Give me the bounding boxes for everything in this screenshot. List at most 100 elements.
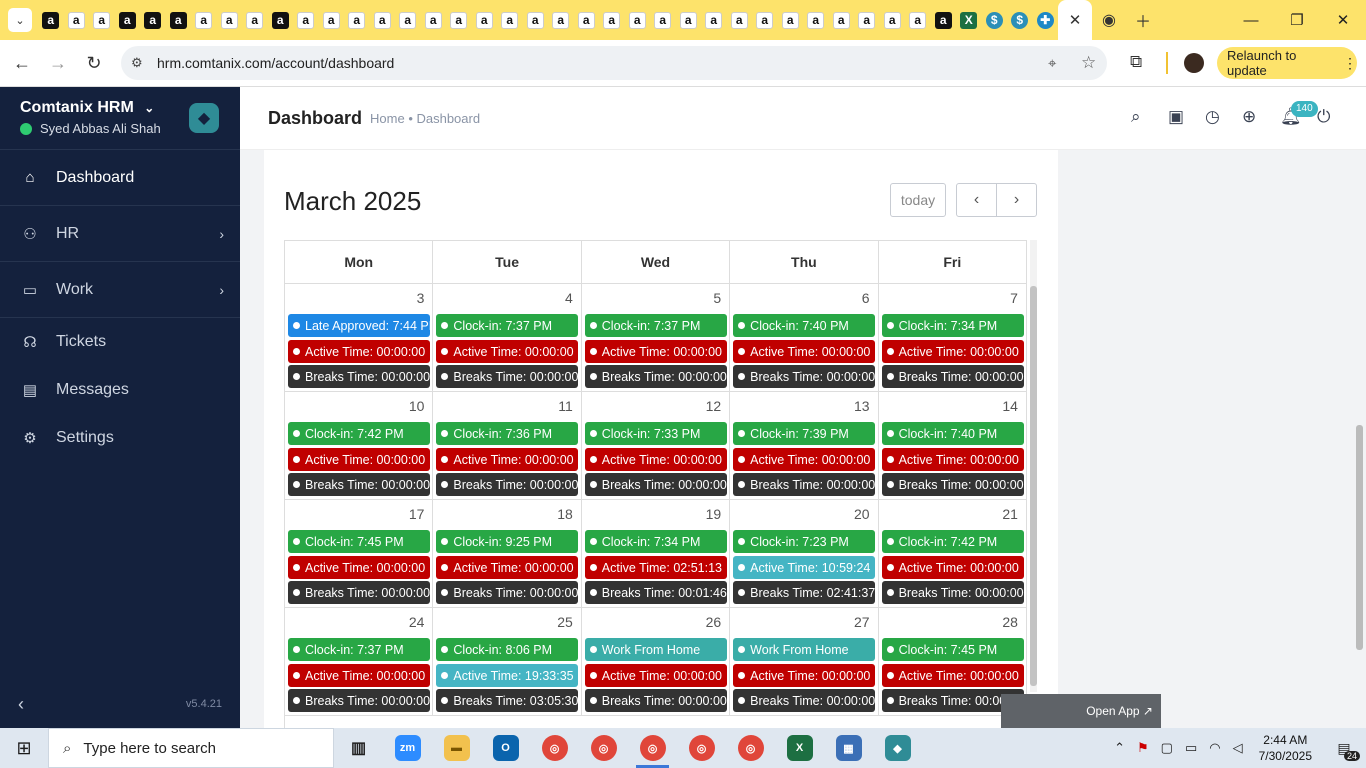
calendar-event[interactable]: Active Time: 00:00:00 [436, 448, 579, 471]
battery-icon[interactable]: ▭ [1185, 740, 1197, 756]
calendar-event[interactable]: Breaks Time: 00:00:00 [436, 581, 579, 604]
calendar-event[interactable]: Breaks Time: 00:00:00 [584, 689, 727, 712]
extensions-icon[interactable]: ⧉ [1130, 52, 1142, 72]
clock-icon[interactable]: ◷ [1205, 107, 1220, 127]
calendar-day-cell[interactable]: 20 Clock-in: 7:23 PM Active Time: 10:59:24… [730, 500, 879, 607]
zoom-app-icon[interactable]: zm [383, 728, 432, 768]
calendar-event[interactable]: Breaks Time: 00:00:00 [584, 473, 727, 496]
sidebar-item-messages[interactable]: ▤ Messages [0, 366, 240, 414]
day-number[interactable]: 19 [706, 506, 722, 522]
browser-tab[interactable]: a [701, 0, 727, 40]
excel-icon[interactable]: X [775, 728, 824, 768]
calendar-event[interactable]: Active Time: 00:00:00 [584, 448, 727, 471]
day-number[interactable]: 3 [417, 290, 425, 306]
calendar-day-cell[interactable]: 5 Clock-in: 7:37 PM Active Time: 00:00:00 B… [582, 284, 731, 391]
search-icon[interactable]: ⌕ [1131, 107, 1141, 127]
kebab-menu-icon[interactable]: ⋮ [1343, 55, 1357, 72]
browser-tab[interactable]: a [803, 0, 829, 40]
volume-mute-icon[interactable]: ◁ [1233, 740, 1243, 756]
close-window-button[interactable]: ✕ [1320, 0, 1366, 40]
url-text[interactable]: hrm.comtanix.com/account/dashboard [157, 55, 394, 71]
day-number[interactable]: 28 [1002, 614, 1018, 630]
calendar-event[interactable]: Breaks Time: 00:00:00 [881, 581, 1024, 604]
browser-tab[interactable]: a [64, 0, 90, 40]
calendar-event[interactable]: Active Time: 00:00:00 [881, 340, 1024, 363]
page-scrollbar-thumb[interactable] [1356, 425, 1363, 650]
day-number[interactable]: 17 [409, 506, 425, 522]
calendar-event[interactable]: Clock-in: 7:23 PM [733, 530, 876, 553]
wifi-icon[interactable]: ◠ [1209, 740, 1220, 756]
calendar-event[interactable]: Breaks Time: 03:05:30 [436, 689, 579, 712]
breadcrumb[interactable]: Home • Dashboard [370, 111, 480, 126]
browser-tab[interactable]: $ [1007, 0, 1033, 40]
calendar-event[interactable]: Breaks Time: 00:00:00 [733, 365, 876, 388]
browser-tab[interactable]: a [191, 0, 217, 40]
browser-tab[interactable]: a [905, 0, 931, 40]
calendar-event[interactable]: Breaks Time: 00:00:00 [733, 473, 876, 496]
day-number[interactable]: 14 [1002, 398, 1018, 414]
calendar-day-cell[interactable]: 14 Clock-in: 7:40 PM Active Time: 00:00:00… [879, 392, 1027, 499]
calendar-day-cell[interactable]: 13 Clock-in: 7:39 PM Active Time: 00:00:00… [730, 392, 879, 499]
outlook-icon[interactable]: O [481, 728, 530, 768]
calendar-day-cell[interactable]: 10 Clock-in: 7:42 PM Active Time: 00:00:00… [285, 392, 434, 499]
browser-tab[interactable]: a [625, 0, 651, 40]
chrome-app-icon[interactable]: ◎ [677, 728, 726, 768]
browser-tab[interactable]: a [421, 0, 447, 40]
browser-tab[interactable]: a [319, 0, 345, 40]
calendar-event[interactable]: Breaks Time: 00:01:46 [584, 581, 727, 604]
browser-tab[interactable]: a [778, 0, 804, 40]
notification-center-icon[interactable]: ▤ 24 [1322, 728, 1366, 768]
calendar-event[interactable]: Clock-in: 7:37 PM [288, 638, 430, 661]
active-tab-close-button[interactable]: ✕ [1058, 0, 1092, 40]
calendar-day-cell[interactable]: 11 Clock-in: 7:36 PM Active Time: 00:00:00… [433, 392, 582, 499]
calendar-event[interactable]: Clock-in: 7:42 PM [288, 422, 430, 445]
calendar-event[interactable]: Active Time: 00:00:00 [584, 340, 727, 363]
browser-tab[interactable]: a [446, 0, 472, 40]
sidebar-item-hr[interactable]: ⚇ HR › [0, 206, 240, 262]
sidebar-item-settings[interactable]: ⚙ Settings [0, 414, 240, 462]
calendar-event[interactable]: Breaks Time: 00:00:00 [881, 473, 1024, 496]
calendar-event[interactable]: Breaks Time: 00:00:00 [288, 365, 430, 388]
browser-tab[interactable]: a [854, 0, 880, 40]
browser-tab[interactable]: a [931, 0, 957, 40]
calendar-event[interactable]: Clock-in: 7:36 PM [436, 422, 579, 445]
calendar-event[interactable]: Active Time: 10:59:24 [733, 556, 876, 579]
browser-tab[interactable]: a [829, 0, 855, 40]
calendar-event[interactable]: Clock-in: 7:45 PM [881, 638, 1024, 661]
browser-tab[interactable]: a [727, 0, 753, 40]
calendar-event[interactable]: Active Time: 00:00:00 [288, 556, 430, 579]
calendar-event[interactable]: Clock-in: 7:40 PM [733, 314, 876, 337]
address-bar[interactable]: ⚙ hrm.comtanix.com/account/dashboard ⌖ ☆ [121, 46, 1107, 80]
display-icon[interactable]: ▢ [1161, 740, 1173, 756]
calendar-day-cell[interactable]: 24 Clock-in: 7:37 PM Active Time: 00:00:00… [285, 608, 434, 715]
power-icon[interactable]: ⏻ [1317, 107, 1330, 127]
calendar-event[interactable]: Active Time: 00:00:00 [881, 448, 1024, 471]
day-number[interactable]: 7 [1010, 290, 1018, 306]
sidebar-item-tickets[interactable]: ☊ Tickets [0, 318, 240, 366]
browser-tab[interactable]: ✚ [1033, 0, 1059, 40]
browser-tab[interactable]: a [166, 0, 192, 40]
calendar-day-cell[interactable]: 3 Late Approved: 7:44 PM Active Time: 00:0… [285, 284, 434, 391]
day-number[interactable]: 21 [1002, 506, 1018, 522]
day-number[interactable]: 24 [409, 614, 425, 630]
calendar-event[interactable]: Clock-in: 7:40 PM [881, 422, 1024, 445]
day-number[interactable]: 4 [565, 290, 573, 306]
back-button[interactable]: ← [4, 45, 40, 81]
profile-avatar[interactable] [1184, 53, 1204, 73]
browser-tab[interactable]: a [344, 0, 370, 40]
day-number[interactable]: 12 [706, 398, 722, 414]
relaunch-button[interactable]: Relaunch to update ⋮ [1217, 47, 1357, 79]
system-clock[interactable]: 2:44 AM 7/30/2025 [1259, 732, 1312, 764]
sidebar-item-work[interactable]: ▭ Work › [0, 262, 240, 318]
calendar-event[interactable]: Active Time: 00:00:00 [288, 448, 430, 471]
browser-tab[interactable]: a [472, 0, 498, 40]
calendar-day-cell[interactable]: 21 Clock-in: 7:42 PM Active Time: 00:00:00… [879, 500, 1027, 607]
calendar-event[interactable]: Active Time: 00:00:00 [881, 556, 1024, 579]
reload-button[interactable]: ↻ [76, 45, 112, 81]
sticky-note-icon[interactable]: ▣ [1168, 107, 1184, 127]
calendar-event[interactable]: Active Time: 02:51:13 [584, 556, 727, 579]
calendar-scrollbar-thumb[interactable] [1030, 286, 1037, 686]
browser-tab[interactable]: a [574, 0, 600, 40]
chevron-up-icon[interactable]: ⌃ [1114, 740, 1125, 756]
calendar-event[interactable]: Breaks Time: 02:41:37 [733, 581, 876, 604]
